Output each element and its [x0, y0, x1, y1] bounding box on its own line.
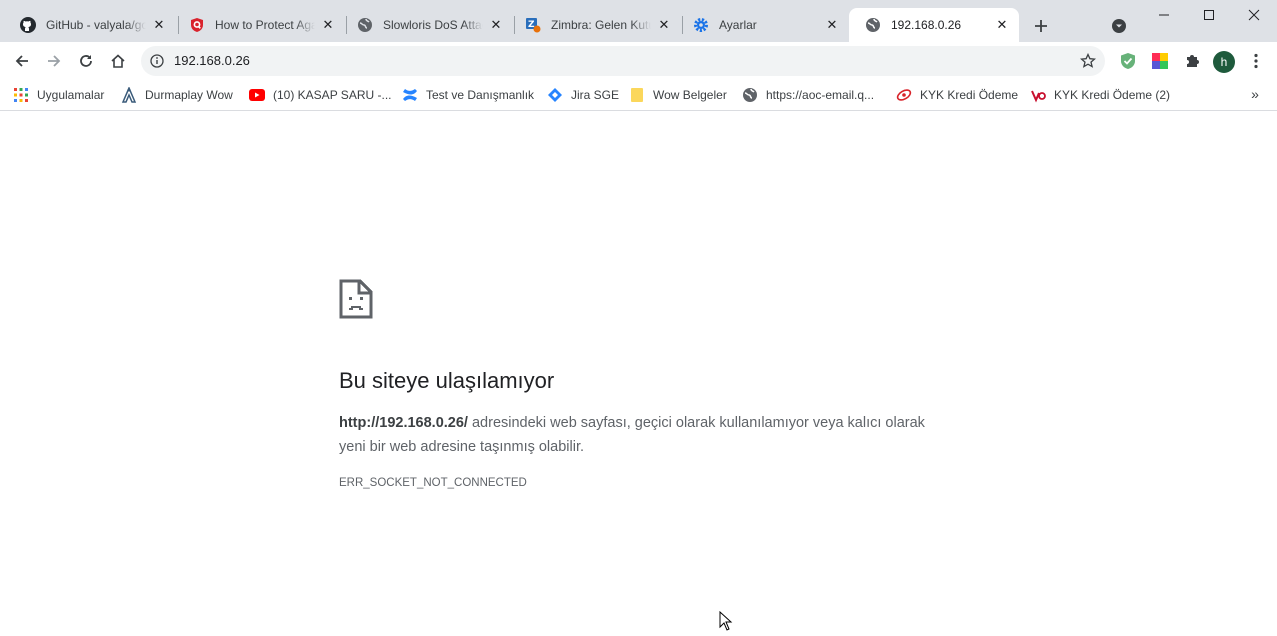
- tab-title: Ayarlar: [719, 18, 757, 32]
- bookmarks-bar: Uygulamalar Durmaplay Wow (10) KASAP SAR…: [0, 80, 1277, 111]
- globe-icon: [742, 87, 758, 103]
- tab-zimbra[interactable]: Z Zimbra: Gelen Kutusu ✕: [509, 8, 681, 42]
- back-button[interactable]: [8, 47, 36, 75]
- maximize-button[interactable]: [1186, 0, 1232, 30]
- bookmark-label: Durmaplay Wow: [145, 88, 233, 102]
- menu-kebab-icon[interactable]: [1247, 52, 1265, 70]
- gear-icon: [693, 17, 709, 33]
- confluence-icon: [402, 87, 418, 103]
- chevron-down-circle-icon: [1112, 19, 1126, 33]
- bookmarks-overflow-icon[interactable]: »: [1245, 84, 1265, 104]
- bookmark-star-icon[interactable]: [1079, 52, 1097, 70]
- extensions-puzzle-icon[interactable]: [1183, 52, 1201, 70]
- bookmark-label: (10) KASAP SARU -...: [273, 88, 392, 102]
- close-icon[interactable]: ✕: [655, 16, 673, 34]
- bookmark-label: Jira SGE: [571, 88, 620, 102]
- colorpick-extension-icon[interactable]: [1151, 52, 1169, 70]
- close-icon[interactable]: ✕: [823, 16, 841, 34]
- folder-icon: [629, 87, 645, 103]
- window-close-button[interactable]: [1231, 0, 1277, 30]
- bookmark-label: Uygulamalar: [37, 88, 105, 102]
- sad-page-icon: [339, 279, 373, 319]
- home-button[interactable]: [104, 47, 132, 75]
- close-icon: [1248, 9, 1260, 21]
- tab-protect-slowloris[interactable]: How to Protect Against Slowloris ✕: [173, 8, 345, 42]
- bookmark-uygulamalar[interactable]: Uygulamalar: [13, 85, 104, 105]
- apps-grid-icon: [13, 87, 29, 103]
- durmaplay-icon: [121, 87, 137, 103]
- adguard-extension-icon[interactable]: [1119, 52, 1137, 70]
- address-bar[interactable]: 192.168.0.26: [141, 46, 1105, 76]
- tab-title: Zimbra: Gelen Kutusu: [551, 18, 651, 32]
- plus-icon: [1035, 20, 1047, 32]
- page-content: Bu siteye ulaşılamıyor http://192.168.0.…: [0, 112, 1277, 632]
- reload-icon: [80, 55, 92, 67]
- bookmark-label: Test ve Danışmanlık: [426, 88, 535, 102]
- bookmark-jira-sge[interactable]: Jira SGE: [547, 85, 619, 105]
- zimbra-icon: Z: [525, 17, 541, 33]
- vakifbank-icon: [1030, 87, 1046, 103]
- bookmark-wow-belgeler[interactable]: Wow Belgeler: [629, 85, 727, 105]
- forward-button[interactable]: [40, 47, 68, 75]
- error-code: ERR_SOCKET_NOT_CONNECTED: [339, 477, 527, 489]
- bookmark-test-danismanlik[interactable]: Test ve Danışmanlık: [402, 85, 534, 105]
- bookmark-label: https://aoc-email.q...: [766, 88, 875, 102]
- bookmark-label: Wow Belgeler: [653, 88, 727, 102]
- minimize-button[interactable]: [1141, 0, 1187, 30]
- error-title: Bu siteye ulaşılamıyor: [339, 368, 555, 393]
- tab-title: 192.168.0.26: [891, 18, 962, 32]
- tab-strip: GitHub - valyala/goreplay ✕ How to Prote…: [0, 0, 1277, 42]
- tab-slowloris-dos[interactable]: Slowloris DoS Attack ✕: [341, 8, 513, 42]
- globe-icon: [865, 17, 881, 33]
- bookmark-kyk-kredi-odeme[interactable]: KYK Kredi Ödeme: [896, 85, 1018, 105]
- home-icon: [111, 54, 125, 68]
- profile-avatar[interactable]: h: [1213, 51, 1235, 73]
- info-icon[interactable]: [149, 53, 165, 69]
- browser-toolbar: 192.168.0.26 h: [0, 42, 1277, 80]
- reload-button[interactable]: [72, 47, 100, 75]
- url-text[interactable]: 192.168.0.26: [174, 53, 250, 68]
- tab-title: GitHub - valyala/goreplay: [46, 18, 146, 32]
- error-url: http://192.168.0.26/: [339, 415, 468, 431]
- globe-icon: [357, 17, 373, 33]
- close-icon[interactable]: ✕: [150, 16, 168, 34]
- bookmark-kyk-kredi-odeme-2[interactable]: KYK Kredi Ödeme (2): [1030, 85, 1170, 105]
- tab-search-button[interactable]: [1107, 14, 1131, 38]
- github-icon: [20, 17, 36, 33]
- close-icon[interactable]: ✕: [487, 16, 505, 34]
- new-tab-button[interactable]: [1029, 14, 1053, 38]
- tab-title: How to Protect Against Slowloris: [215, 18, 315, 32]
- minimize-icon: [1159, 14, 1169, 16]
- mouse-cursor-icon: [719, 610, 733, 631]
- bookmark-kasap-saru[interactable]: (10) KASAP SARU -...: [249, 85, 391, 105]
- close-icon[interactable]: ✕: [993, 16, 1011, 34]
- arrow-right-icon: [48, 55, 61, 67]
- error-description: http://192.168.0.26/ adresindeki web say…: [339, 411, 929, 459]
- tab-github[interactable]: GitHub - valyala/goreplay ✕: [4, 8, 176, 42]
- bookmark-durmaplay-wow[interactable]: Durmaplay Wow: [121, 85, 233, 105]
- bookmark-label: KYK Kredi Ödeme (2): [1054, 88, 1171, 102]
- shield-q-icon: [189, 17, 205, 33]
- kyk-icon: [896, 87, 912, 103]
- tab-active-192-168-0-26[interactable]: 192.168.0.26 ✕: [849, 8, 1019, 42]
- jira-icon: [547, 87, 563, 103]
- youtube-icon: [249, 87, 265, 103]
- bookmark-aoc-email[interactable]: https://aoc-email.q...: [742, 85, 874, 105]
- tab-title: Slowloris DoS Attack: [383, 18, 483, 32]
- maximize-icon: [1204, 10, 1214, 20]
- tab-ayarlar[interactable]: Ayarlar ✕: [677, 8, 849, 42]
- bookmark-label: KYK Kredi Ödeme: [920, 88, 1019, 102]
- arrow-left-icon: [15, 55, 28, 67]
- close-icon[interactable]: ✕: [319, 16, 337, 34]
